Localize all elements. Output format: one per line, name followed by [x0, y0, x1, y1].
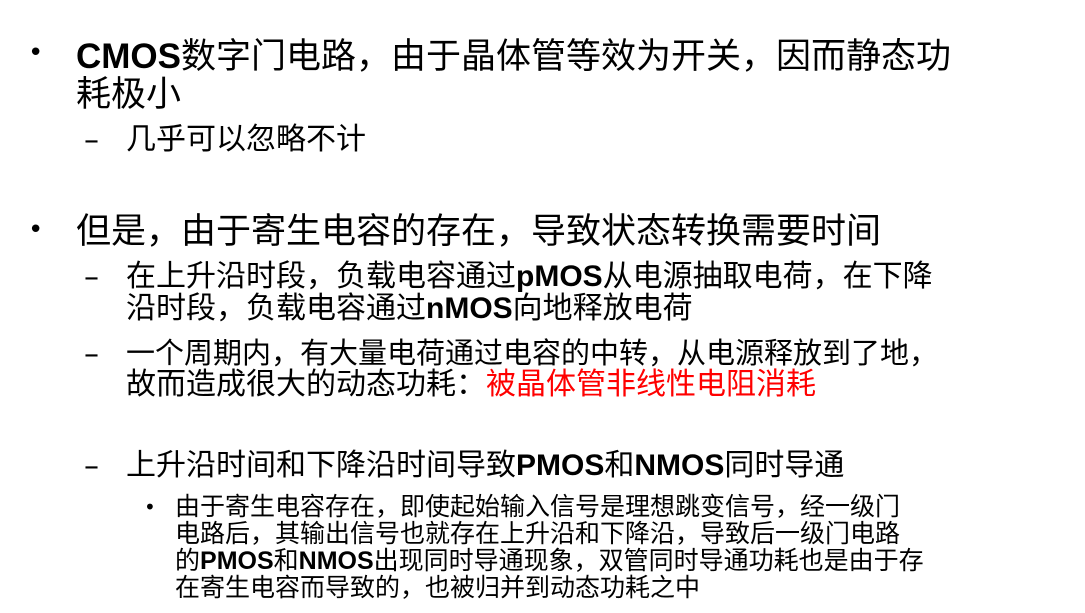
bullet-2-sub-1-line-1: 在上升沿时段，负载电容通过pMOS从电源抽取电荷，在下降 [126, 260, 1076, 293]
bullet-1-line-2: 耗极小 [76, 75, 182, 115]
detail-line-2: 电路后，其输出信号也就存在上升沿和下降沿，导致后一级门电路 [175, 519, 901, 548]
bullet-1-cmos: CMOS [76, 37, 181, 76]
slide: • CMOS数字门电路，由于晶体管等效为开关，因而静态功 耗极小 – 几乎可以忽… [0, 0, 1085, 613]
dash-marker: – [84, 260, 99, 295]
text-segment: 从电源抽取电荷，在下降 [602, 259, 933, 294]
nmos-term: NMOS [634, 449, 725, 482]
pmos-term: pMOS [516, 260, 603, 293]
text-segment: 故而造成很大的动态功耗： [126, 367, 486, 402]
text-segment: 在上升沿时段，负载电容通过 [126, 259, 516, 294]
bullet-2-sub-2-line-2: 故而造成很大的动态功耗：被晶体管非线性电阻消耗 [126, 368, 816, 401]
bullet-2-heading: 但是，由于寄生电容的存在，导致状态转换需要时间 [76, 212, 882, 252]
detail-line-3: 的PMOS和NMOS出现同时导通现象，双管同时导通功耗也是由于存 [175, 547, 924, 575]
pmos-term: PMOS [516, 449, 605, 482]
detail-line-1: 由于寄生电容存在，即使起始输入信号是理想跳变信号，经一级门 [175, 492, 901, 521]
bullet-2-sub-1-line-2: 沿时段，负载电容通过nMOS向地释放电荷 [126, 292, 693, 325]
text-segment: 出现同时导通现象，双管同时导通功耗也是由于存 [373, 546, 924, 575]
dash-marker: – [84, 337, 99, 372]
text-segment: 沿时段，负载电容通过 [126, 291, 426, 326]
detail-line-4: 在寄生电容而导致的，也被归并到动态功耗之中 [175, 573, 701, 602]
bullet-dot: • [28, 38, 44, 68]
text-segment: 和 [604, 448, 635, 483]
bullet-dot-small: • [144, 495, 156, 519]
dash-marker: – [84, 449, 99, 484]
text-segment: 同时导通 [724, 448, 845, 483]
text-segment: 上升沿时间和下降沿时间导致 [126, 448, 516, 483]
nmos-term: nMOS [426, 292, 513, 325]
bullet-2-sub-3: 上升沿时间和下降沿时间导致PMOS和NMOS同时导通 [126, 449, 844, 482]
text-segment: 和 [273, 546, 299, 575]
bullet-2-sub-2-line-1: 一个周期内，有大量电荷通过电容的中转，从电源释放到了地， [126, 336, 939, 370]
dash-marker: – [84, 123, 99, 158]
pmos-term: PMOS [200, 547, 274, 575]
bullet-1-sub-1: 几乎可以忽略不计 [126, 122, 366, 157]
text-segment: 的 [175, 546, 201, 575]
text-segment: 向地释放电荷 [512, 291, 693, 326]
highlight-text: 被晶体管非线性电阻消耗 [486, 367, 816, 402]
nmos-term: NMOS [298, 547, 374, 575]
bullet-dot: • [28, 215, 44, 245]
bullet-1-text: 数字门电路，由于晶体管等效为开关，因而静态功 [181, 37, 952, 77]
bullet-1-line-1: CMOS数字门电路，由于晶体管等效为开关，因而静态功 [76, 37, 1066, 77]
